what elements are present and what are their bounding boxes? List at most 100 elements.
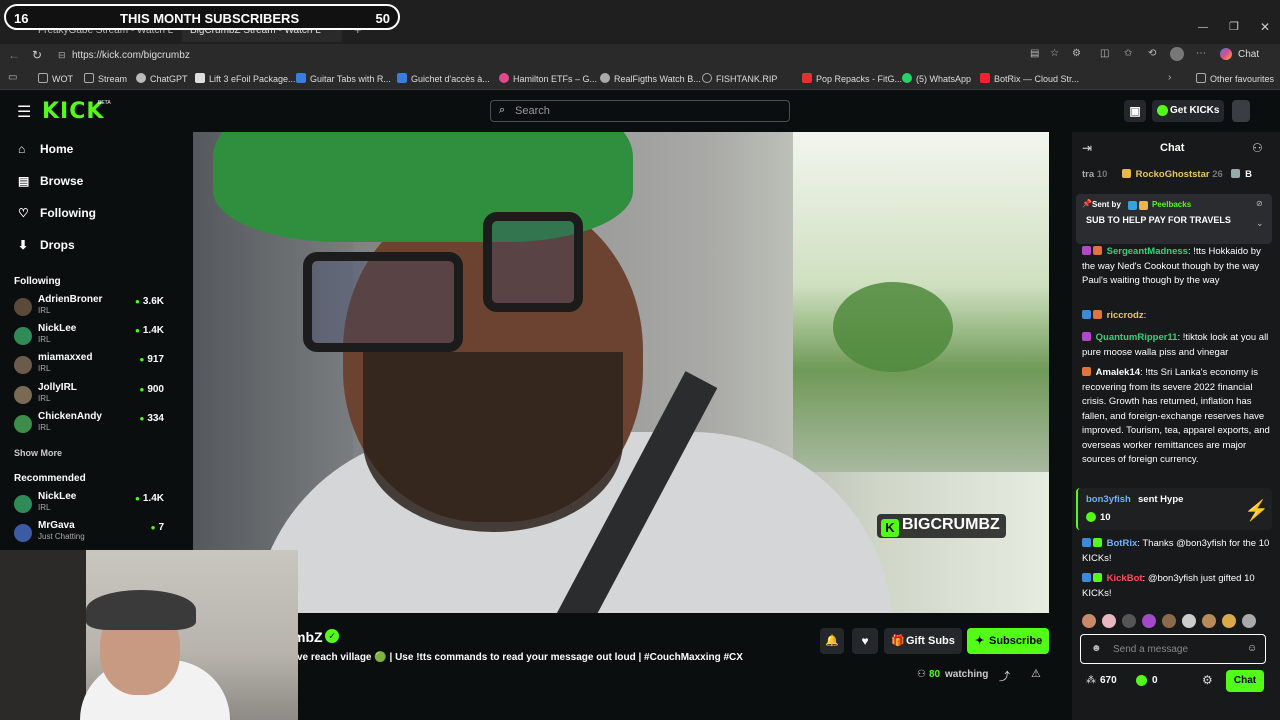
following-channel[interactable]: AdrienBroner IRL 3.6K [14,294,164,320]
follow-heart-icon[interactable]: ♥ [852,628,878,654]
close-window-icon[interactable]: ✕ [1260,20,1270,34]
site-header: ☰ KICK BETA ⌕ Search ▣ Get KICKs [0,90,1280,132]
reader-icon[interactable]: ▤ [1030,48,1039,59]
send-chat-button[interactable]: Chat [1226,670,1264,692]
favorites-icon[interactable]: ✩ [1124,48,1132,59]
menu-icon[interactable]: ☰ [17,102,31,122]
other-favourites[interactable]: Other favourites [1196,73,1274,84]
bookmark-wot[interactable]: WOT [38,73,73,84]
avatar [1222,614,1236,628]
gifter-badge-icon [1093,310,1102,319]
chat-message: Amalek14: !tts Sri Lanka's economy is re… [1082,367,1270,465]
hype-amount: 10 [1100,512,1111,523]
hype-user: bon3yfish [1086,494,1131,505]
report-icon[interactable]: ⚠ [1031,667,1041,680]
following-channel[interactable]: miamaxxed IRL 917 [14,352,164,378]
video-player[interactable]: K BIGCRUMBZ [193,132,1049,613]
bookmark-botrix[interactable]: BotRix — Cloud Str... [980,73,1079,84]
bookmark-stream[interactable]: Stream [84,73,127,84]
subscribe-button[interactable]: ✦ Subscribe [967,628,1049,654]
beta-tag: BETA [98,100,111,106]
favorite-star-icon[interactable]: ☆ [1050,48,1059,59]
bookmark-realfights[interactable]: RealFigths Watch B... [600,73,701,84]
following-channel[interactable]: NickLee IRL 1.4K [14,323,164,349]
more-menu-icon[interactable]: ⋯ [1196,48,1206,59]
bookmark-lift[interactable]: Lift 3 eFoil Package... [195,73,296,84]
chat-message-input[interactable]: ☻ Send a message ☺ [1080,634,1266,664]
hype-event: bon3yfish sent Hype 10 ⚡ [1076,488,1272,530]
pin-icon: 📌 [1082,199,1092,208]
home-icon: ⌂ [18,142,26,156]
wordpress-icon [600,73,610,83]
chevron-right-icon[interactable]: › [1168,72,1171,83]
pinned-message[interactable]: 📌 Sent by Peelbacks ⊘ SUB TO HELP PAY FO… [1076,194,1272,244]
avatar [14,356,32,374]
chat-message: KickBot: @bon3yfish just gifted 10 KICKs… [1082,573,1255,599]
sidebar-item-following[interactable]: ♡ Following [18,206,96,220]
heart-icon: ♡ [18,206,29,220]
layout-toggle-icon[interactable]: ▣ [1124,100,1146,122]
webcam-overlay [0,550,298,720]
bot-badge-icon [1082,573,1091,582]
chat-message: SergeantMadness: !tts Hokkaido by the wa… [1082,246,1261,286]
copilot-icon[interactable] [1220,48,1232,60]
recommended-channel[interactable]: MrGava Just Chatting 7 [14,520,164,546]
emoji-icon[interactable]: ☺ [1247,643,1257,654]
avatar [14,386,32,404]
chat-settings-gear-icon[interactable]: ⚙ [1202,673,1213,687]
refresh-icon[interactable]: ↻ [32,48,42,62]
bookmark-hamilton[interactable]: Hamilton ETFs – G... [499,73,597,84]
bookmark-fishtank[interactable]: FISHTANK.RIP [702,73,777,84]
chat-message: riccrodz: [1082,309,1270,324]
sub-badge-icon [1082,310,1091,319]
sub-badge-icon [1082,246,1091,255]
recommended-channel[interactable]: NickLee IRL 1.4K [14,491,164,517]
profile-avatar[interactable] [1170,47,1184,61]
bookmark-tabs-icon[interactable]: ▭ [8,72,17,83]
collapse-chat-icon[interactable]: ⇥ [1082,141,1092,155]
get-kicks-button[interactable]: Get KICKs [1152,100,1224,122]
sidebar-item-drops[interactable]: ⬇ Drops [18,238,75,252]
chevron-down-icon[interactable]: ⌄ [1256,218,1264,229]
site-info-icon[interactable]: ⊟ [58,50,66,61]
user-avatar[interactable] [1232,100,1250,122]
extensions-icon[interactable]: ⚙ [1072,48,1081,59]
gift-subs-button[interactable]: 🎁 Gift Subs [884,628,962,654]
share-icon[interactable]: ⤴ [999,668,1010,684]
back-icon[interactable]: ← [8,48,20,62]
stream-title: ve reach village 🟢 | Use !tts commands t… [297,652,743,663]
minimize-icon[interactable]: — [1198,22,1208,33]
bookmark-guichet[interactable]: Guichet d'accès à... [397,73,490,84]
maximize-icon[interactable]: ❐ [1229,20,1239,33]
split-screen-icon[interactable]: ◫ [1100,48,1109,59]
pinned-text: SUB TO HELP PAY FOR TRAVELS [1086,215,1231,225]
chat-users-icon[interactable]: ⚇ [1252,141,1263,155]
hype-action: sent Hype [1138,494,1184,505]
bookmark-guitar-tabs[interactable]: Guitar Tabs with R... [296,73,391,84]
bookmark-pop-repacks[interactable]: Pop Repacks - FitG... [802,73,902,84]
notification-bell-icon[interactable]: 🔔 [820,628,844,654]
sidebar-item-browse[interactable]: ▤ Browse [18,174,83,188]
bookmark-whatsapp[interactable]: (5) WhatsApp [902,73,971,84]
unpin-icon[interactable]: ⊘ [1256,199,1263,208]
verified-icon: ✓ [325,629,339,643]
search-input[interactable]: ⌕ Search [490,100,790,122]
address-bar-row: ← ↻ ⊟ https://kick.com/bigcrumbz ▤ ☆ ⚙ ◫… [0,44,1280,68]
show-more-link[interactable]: Show More [14,448,62,458]
sidebar-item-home[interactable]: ⌂ Home [18,142,73,156]
kick-logo[interactable]: KICK [42,99,104,124]
avatar [14,415,32,433]
chat-panel: ⇥ Chat ⚇ tra 10 RockoGhoststar 26 B 📌 Se… [1072,132,1280,720]
bookmark-chatgpt[interactable]: ChatGPT [136,73,188,84]
gifter-badge-icon [1093,246,1102,255]
tree-foliage [833,282,953,372]
lightning-icon: ⚡ [1244,500,1269,522]
emote-picker-icon[interactable]: ☻ [1091,643,1102,654]
following-channel[interactable]: JollyIRL IRL 900 [14,382,164,408]
following-channel[interactable]: ChickenAndy IRL 334 [14,411,164,437]
kick-logo-icon: K [881,519,899,537]
copilot-chat-label[interactable]: Chat [1238,49,1259,60]
bookmarks-bar: ▭ WOT Stream ChatGPT Lift 3 eFoil Packag… [0,68,1280,90]
url-field[interactable]: https://kick.com/bigcrumbz [72,50,190,61]
history-icon[interactable]: ⟲ [1148,48,1156,59]
